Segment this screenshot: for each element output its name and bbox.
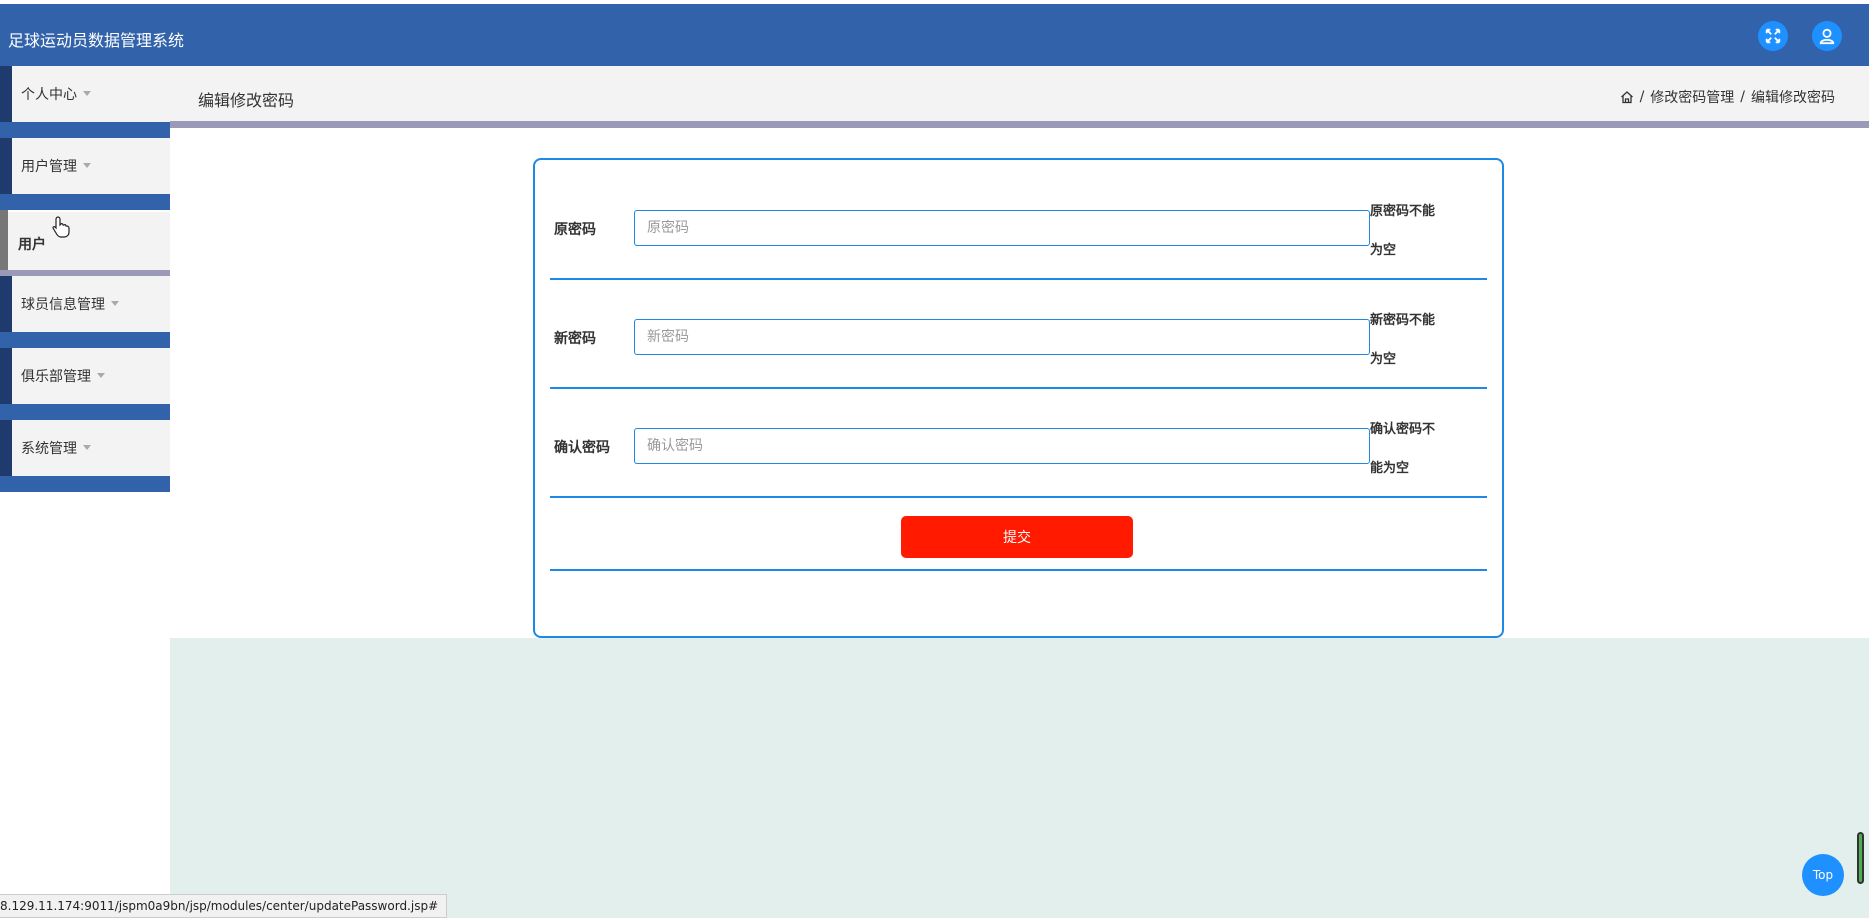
sidebar-item-label: 个人中心 [21,87,77,103]
confirm-password-input[interactable] [634,428,1370,464]
sidebar-item-label: 俱乐部管理 [21,369,91,385]
back-to-top-button[interactable]: Top [1802,854,1844,896]
sidebar-item-system-management[interactable]: 系统管理 [0,420,170,492]
sidebar-item-personal-center[interactable]: 个人中心 [0,66,170,138]
sidebar-item-label: 用户 [18,237,46,253]
breadcrumb-link-password-management[interactable]: 修改密码管理 [1650,87,1734,107]
sidebar-item-club-management[interactable]: 俱乐部管理 [0,348,170,420]
caret-down-icon [83,444,91,450]
sidebar-item-label: 系统管理 [21,441,77,457]
form-row-confirm-password: 确认密码 确认密码不能为空 [550,387,1487,498]
new-password-input[interactable] [634,319,1370,355]
caret-down-icon [83,162,91,168]
sidebar-item-player-info[interactable]: 球员信息管理 [0,276,170,348]
sidebar-subitem-user[interactable]: 用户 [0,210,170,276]
new-password-error: 新密码不能为空 [1370,313,1436,367]
sidebar-item-label: 用户管理 [21,159,77,175]
caret-down-icon [83,90,91,96]
app-title: 足球运动员数据管理系统 [8,31,185,50]
breadcrumb-bar: 编辑修改密码 / 修改密码管理 / 编辑修改密码 [170,66,1869,121]
breadcrumb-divider [170,121,1869,128]
caret-down-icon [97,372,105,378]
new-password-label: 新密码 [554,331,596,347]
expand-arrows-icon [1765,28,1781,44]
hand-cursor-icon [52,216,70,238]
sidebar-item-label: 球员信息管理 [21,297,105,313]
status-bar-url: 8.129.11.174:9011/jspm0a9bn/jsp/modules/… [0,894,448,918]
old-password-label: 原密码 [554,222,596,238]
content-background [170,638,1869,918]
sidebar-item-user-management[interactable]: 用户管理 [0,138,170,210]
caret-down-icon [111,300,119,306]
old-password-error: 原密码不能为空 [1370,204,1436,258]
user-profile-button[interactable] [1812,21,1842,51]
breadcrumb-separator: / [1639,89,1645,105]
old-password-input[interactable] [634,210,1370,246]
sidebar: 个人中心 用户管理 用户 球员信息管理 俱乐部管理 系统管理 [0,66,170,492]
form-row-old-password: 原密码 原密码不能为空 [550,160,1487,280]
change-password-form: 原密码 原密码不能为空 新密码 新密码不能为空 确认密码 确认密码不能为空 提交 [533,158,1504,638]
form-divider [550,569,1487,571]
breadcrumb-current: 编辑修改密码 [1751,90,1835,106]
breadcrumb-separator: / [1740,89,1745,105]
confirm-password-error: 确认密码不能为空 [1370,422,1436,476]
breadcrumb: / 修改密码管理 / 编辑修改密码 [1620,87,1835,107]
submit-button[interactable]: 提交 [901,516,1133,558]
confirm-password-label: 确认密码 [554,440,610,456]
home-icon[interactable] [1620,90,1634,104]
scrollbar-thumb[interactable] [1857,832,1864,884]
fullscreen-button[interactable] [1758,21,1788,51]
user-icon [1819,28,1835,45]
form-row-new-password: 新密码 新密码不能为空 [550,278,1487,389]
top-header: 足球运动员数据管理系统 [0,4,1869,66]
page-title: 编辑修改密码 [198,91,295,110]
